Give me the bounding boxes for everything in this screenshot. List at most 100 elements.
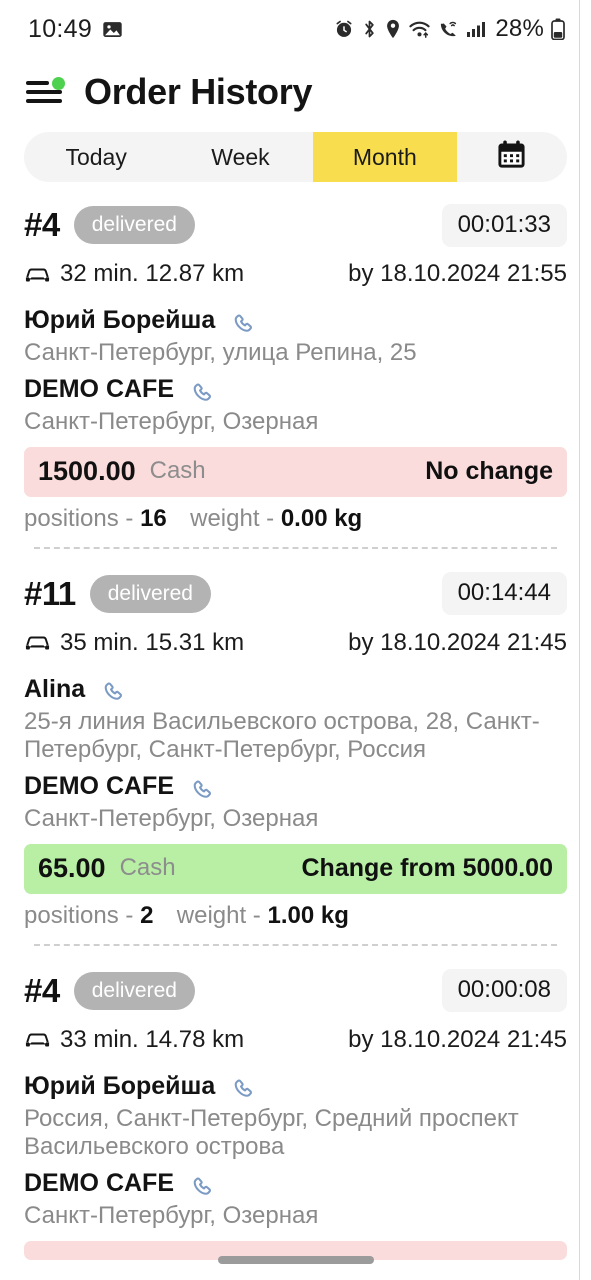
shop-name: DEMO CAFE: [24, 772, 174, 801]
status-bar-right: 28%: [334, 15, 565, 43]
phone-icon[interactable]: [229, 308, 255, 334]
payment-amount: 1500.00: [38, 455, 136, 486]
payment-row: 1500.00 Cash No change: [24, 446, 567, 497]
weight-value: 1.00 kg: [267, 901, 349, 929]
shop-address: Санкт-Петербург, Озерная: [24, 408, 319, 436]
phone-icon[interactable]: [188, 774, 214, 800]
wifi-icon: [408, 19, 431, 39]
order-trip-row: 32 min. 12.87 km by 18.10.2024 21:55: [24, 260, 567, 288]
customer-address: 25-я линия Васильевского острова, 28, Са…: [24, 707, 540, 763]
weight-label: weight -: [190, 504, 275, 532]
tab-month[interactable]: Month: [312, 132, 457, 182]
calendar-icon: [495, 138, 528, 176]
order-trip: 33 min. 14.78 km: [60, 1025, 245, 1053]
notification-dot-icon: [52, 77, 65, 90]
order-due: by 18.10.2024 21:45: [348, 1025, 567, 1053]
customer-address: Россия, Санкт-Петербург, Средний проспек…: [24, 1104, 519, 1160]
shop-name-row: DEMO CAFE: [24, 375, 567, 404]
positions-label: positions -: [24, 901, 134, 929]
positions-value: 16: [140, 504, 167, 532]
order-number: #11: [24, 574, 76, 612]
battery-percent: 28%: [495, 15, 544, 42]
viewport-edge-divider: [579, 0, 580, 1280]
car-icon: [24, 265, 51, 284]
hamburger-menu-icon[interactable]: [26, 77, 66, 107]
page-header: Order History: [0, 58, 591, 124]
order-divider: [34, 546, 557, 549]
signal-icon: [466, 20, 486, 38]
payment-amount: 65.00: [38, 852, 106, 883]
customer-block: Юрий Борейша Санкт-Петербург, улица Репи…: [24, 306, 567, 367]
order-trip-row: 35 min. 15.31 km by 18.10.2024 21:45: [24, 629, 567, 657]
status-badge: delivered: [73, 206, 195, 244]
weight-value: 0.00 kg: [280, 504, 363, 532]
calendar-picker-button[interactable]: [457, 132, 567, 182]
order-timer: 00:00:08: [441, 969, 567, 1013]
battery-icon: [551, 18, 565, 40]
tab-today[interactable]: Today: [24, 132, 168, 182]
order-header: #4 delivered 00:00:08: [24, 962, 567, 1020]
positions-label: positions -: [24, 504, 134, 532]
status-clock: 10:49: [28, 14, 93, 43]
phone-icon[interactable]: [229, 1073, 255, 1099]
car-icon: [24, 633, 51, 652]
order-timer: 00:14:44: [441, 572, 567, 616]
status-bar: 10:49 28%: [0, 0, 591, 58]
order-divider: [34, 943, 557, 946]
status-bar-left: 10:49: [28, 15, 123, 44]
shop-block: DEMO CAFE Санкт-Петербург, Озерная: [24, 1169, 567, 1230]
shop-address: Санкт-Петербург, Озерная: [24, 1202, 319, 1230]
order-header: #4 delivered 00:01:33: [24, 196, 567, 254]
phone-icon[interactable]: [188, 377, 214, 403]
customer-name: Alina: [24, 674, 86, 703]
order-number: #4: [24, 206, 60, 243]
shop-name-row: DEMO CAFE: [24, 772, 567, 801]
payment-row: 65.00 Cash Change from 5000.00: [24, 843, 567, 894]
page-title: Order History: [84, 71, 313, 112]
period-tabbar: Today Week Month: [24, 132, 567, 182]
car-icon: [24, 1030, 51, 1049]
location-icon: [385, 19, 401, 39]
bluetooth-icon: [361, 19, 378, 39]
app-screen: 10:49 28% Order History Today Week Month…: [0, 0, 591, 1280]
shop-block: DEMO CAFE Санкт-Петербург, Озерная: [24, 375, 567, 436]
phone-icon[interactable]: [188, 1171, 214, 1197]
burger-line-1: [26, 81, 49, 85]
status-badge: delivered: [73, 971, 195, 1010]
customer-block: Alina 25-я линия Васильевского острова, …: [24, 675, 567, 765]
customer-name: Юрий Борейша: [24, 306, 216, 334]
payment-change: No change: [425, 456, 553, 485]
order-due: by 18.10.2024 21:55: [348, 260, 567, 287]
positions-value: 2: [140, 901, 154, 929]
home-indicator[interactable]: [217, 1256, 374, 1264]
shop-address: Санкт-Петербург, Озерная: [24, 805, 319, 833]
order-card[interactable]: #4 delivered 00:00:08 33 min. 14.78 km b…: [0, 962, 591, 1260]
order-totals: positions - 16 weight - 0.00 kg: [24, 505, 567, 533]
shop-name: DEMO CAFE: [24, 1169, 174, 1198]
payment-method: Cash: [119, 854, 176, 882]
call-wifi-icon: [438, 19, 459, 39]
shop-name: DEMO CAFE: [24, 375, 174, 404]
customer-name: Юрий Борейша: [24, 1071, 216, 1100]
customer-name-row: Alina: [24, 675, 567, 704]
weight-label: weight -: [176, 901, 261, 929]
customer-name-row: Юрий Борейша: [24, 306, 567, 335]
burger-line-2: [26, 90, 62, 94]
customer-address: Санкт-Петербург, улица Репина, 25: [24, 339, 417, 366]
status-badge: delivered: [89, 574, 211, 613]
tab-week[interactable]: Week: [168, 132, 312, 182]
phone-icon[interactable]: [99, 676, 125, 702]
payment-change: Change from 5000.00: [301, 853, 554, 882]
order-number: #4: [24, 971, 60, 1009]
shop-name-row: DEMO CAFE: [24, 1169, 567, 1198]
order-totals: positions - 2 weight - 1.00 kg: [24, 902, 567, 930]
order-card[interactable]: #4 delivered 00:01:33 32 min. 12.87 km b…: [0, 196, 591, 549]
order-card[interactable]: #11 delivered 00:14:44 35 min. 15.31 km …: [0, 565, 591, 946]
order-list[interactable]: #4 delivered 00:01:33 32 min. 12.87 km b…: [0, 196, 591, 1260]
customer-block: Юрий Борейша Россия, Санкт-Петербург, Ср…: [24, 1072, 567, 1162]
image-icon: [102, 19, 123, 40]
order-timer: 00:01:33: [441, 203, 567, 247]
order-due: by 18.10.2024 21:45: [348, 628, 567, 656]
order-trip: 35 min. 15.31 km: [60, 628, 245, 656]
order-trip-row: 33 min. 14.78 km by 18.10.2024 21:45: [24, 1026, 567, 1054]
